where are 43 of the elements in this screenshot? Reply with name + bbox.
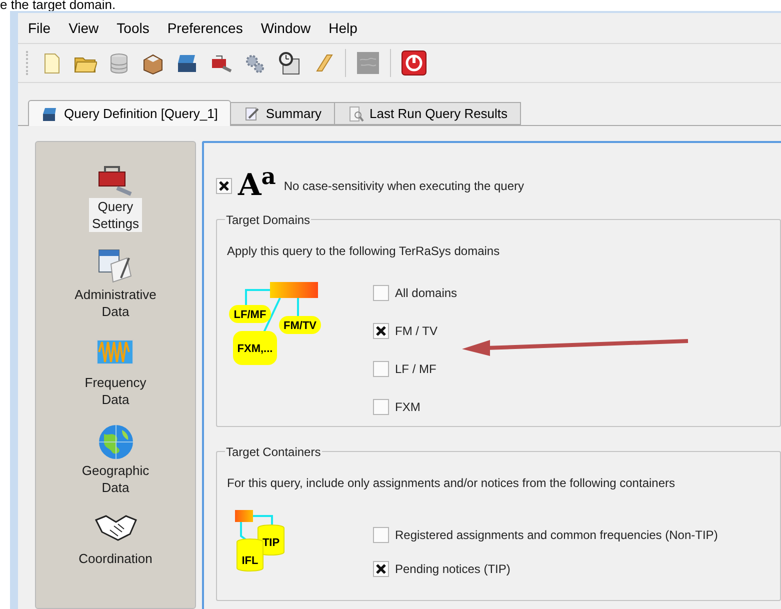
tab[interactable]: Last Run Query Results xyxy=(334,102,521,125)
option-label: FM / TV xyxy=(395,323,438,340)
sidebar-item[interactable]: Query Settings xyxy=(89,198,142,232)
sidebar-item[interactable]: Administrative Data xyxy=(72,286,160,320)
diagram-node: FM/TV xyxy=(279,316,321,334)
diagram-node: IFL xyxy=(236,538,264,572)
checkbox[interactable] xyxy=(373,527,389,543)
source-block xyxy=(270,282,318,298)
option-label: All domains xyxy=(395,285,458,302)
checkbox[interactable] xyxy=(373,361,389,377)
option-label: Registered assignments and common frequencies (Non-TIP) xyxy=(395,527,718,544)
menu-item[interactable]: Window xyxy=(260,18,311,38)
checkbox[interactable] xyxy=(373,323,389,339)
map-icon[interactable] xyxy=(356,51,380,75)
group-description: For this query, include only assignments and/or notices from the following containers xyxy=(227,475,676,492)
source-block xyxy=(235,510,253,522)
option-label: No case-sensitivity when executing the query xyxy=(284,178,524,195)
power-icon[interactable] xyxy=(401,50,427,76)
sidebar-item[interactable]: Frequency Data xyxy=(82,374,150,408)
checkbox[interactable] xyxy=(373,399,389,415)
menu-item[interactable]: File xyxy=(28,18,51,38)
menu-item[interactable]: Help xyxy=(328,18,358,38)
option-label: Pending notices (TIP) xyxy=(395,561,510,578)
case-glyph: A$^{a}$ xyxy=(238,171,276,201)
diagram-node: FXM,... xyxy=(233,331,277,365)
diagram-node: LF/MF xyxy=(229,305,271,323)
option-label: FXM xyxy=(395,399,420,416)
option-label: LF / MF xyxy=(395,361,436,378)
sidebar-item[interactable]: Geographic Data xyxy=(78,462,152,496)
sidebar-item[interactable]: Coordination xyxy=(76,550,156,567)
tab[interactable]: Query Definition [Query_1] xyxy=(28,100,231,126)
menu-item[interactable]: Preferences xyxy=(167,18,243,38)
menu-item[interactable]: Tools xyxy=(116,18,150,38)
tab[interactable]: Summary xyxy=(230,102,335,125)
menu-item[interactable]: View xyxy=(68,18,99,38)
group-description: Apply this query to the following TerRaSys domains xyxy=(227,243,500,260)
toolbar-grip[interactable] xyxy=(26,51,29,75)
checkbox[interactable] xyxy=(373,285,389,301)
clock-icon[interactable] xyxy=(277,51,301,75)
checkbox[interactable] xyxy=(216,178,232,194)
magnifier-icon xyxy=(346,104,365,122)
checkbox[interactable] xyxy=(373,561,389,577)
pencil-icon xyxy=(242,104,261,122)
